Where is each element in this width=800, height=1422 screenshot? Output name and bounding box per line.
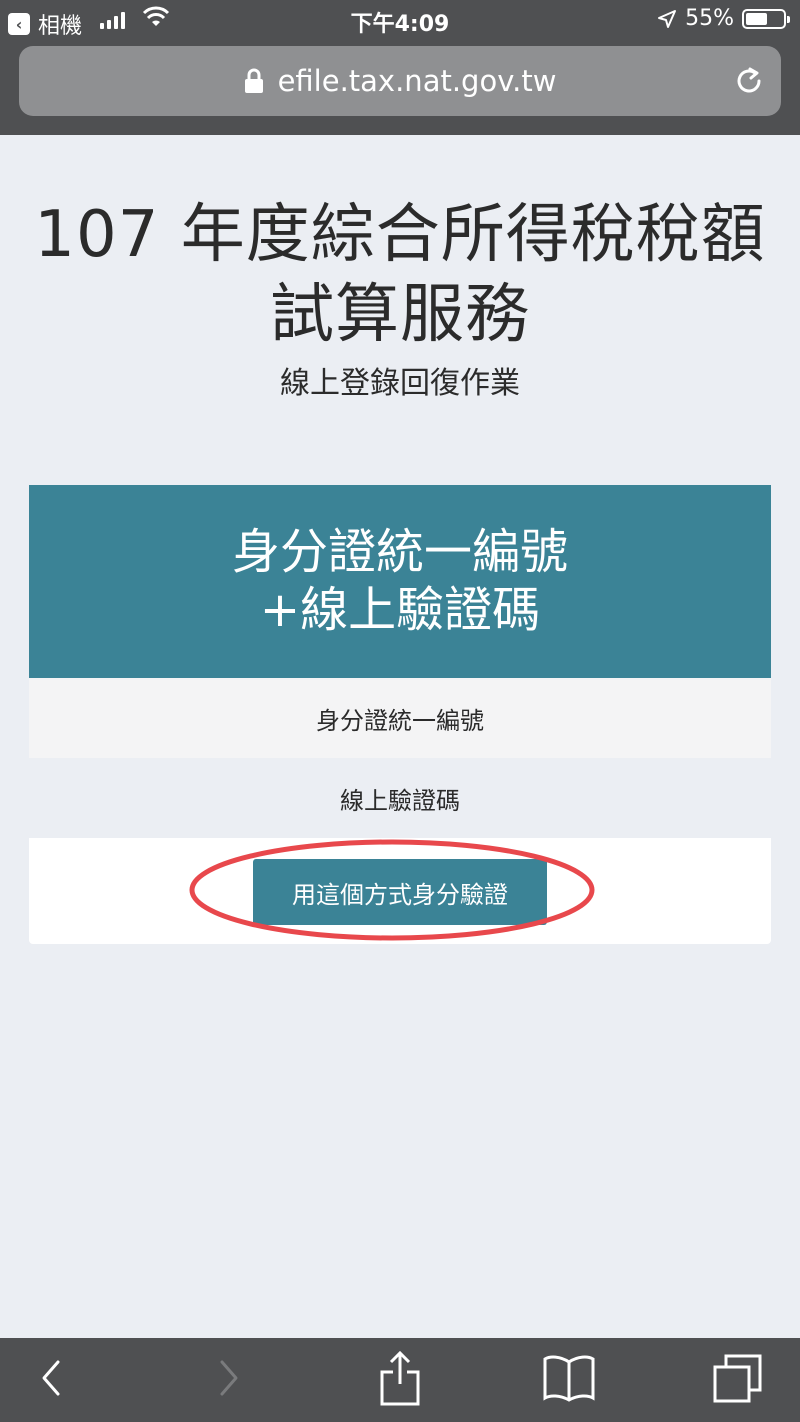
page-subtitle: 線上登錄回復作業 — [280, 366, 520, 401]
right-status: 55% — [657, 6, 790, 31]
highlight-ellipse — [189, 839, 595, 941]
lock-icon — [244, 68, 263, 93]
page-title: 107 年度綜合所得稅稅額 試算服務 — [0, 195, 800, 355]
card-header-line1: 身分證統一編號 — [231, 524, 568, 580]
id-number-row: 身分證統一編號 — [29, 678, 771, 758]
page-title-line1: 107 年度綜合所得稅稅額 — [34, 198, 766, 272]
browser-top-bar: ‹ 相機 下午4:09 55% efile.tax.nat.gov.tw — [0, 0, 800, 135]
page-title-line2: 試算服務 — [270, 278, 530, 352]
verification-code-label: 線上驗證碼 — [340, 786, 460, 815]
forward-arrow-icon[interactable] — [214, 1356, 244, 1400]
id-number-label: 身分證統一編號 — [316, 706, 484, 735]
card-header-line2: +線上驗證碼 — [259, 582, 541, 638]
back-arrow-icon[interactable] — [36, 1356, 66, 1400]
reload-icon[interactable] — [733, 65, 765, 97]
battery-icon — [742, 8, 790, 29]
address-bar[interactable]: efile.tax.nat.gov.tw — [19, 46, 781, 116]
status-bar: ‹ 相機 下午4:09 55% — [0, 0, 800, 42]
location-arrow-icon — [658, 9, 677, 28]
tabs-icon[interactable] — [712, 1354, 764, 1404]
card-header: 身分證統一編號 +線上驗證碼 — [29, 485, 771, 678]
verification-code-row: 線上驗證碼 — [29, 758, 771, 838]
bookmarks-icon[interactable] — [542, 1354, 596, 1402]
browser-toolbar — [0, 1338, 800, 1422]
share-icon[interactable] — [378, 1350, 422, 1406]
url-text: efile.tax.nat.gov.tw — [277, 64, 557, 98]
battery-percent: 55% — [685, 6, 734, 31]
